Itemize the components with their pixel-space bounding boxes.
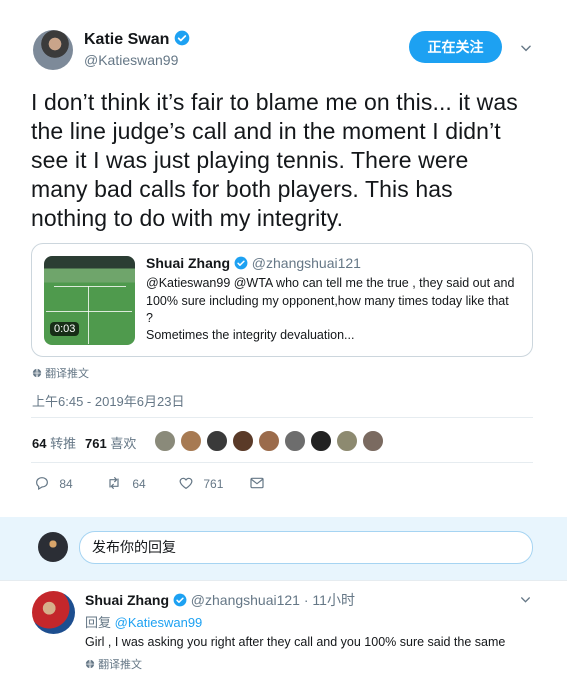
- liker-avatar[interactable]: [284, 430, 306, 452]
- reply-author-handle[interactable]: @zhangshuai121: [191, 592, 300, 608]
- quote-author-row: Shuai Zhang @zhangshuai121: [146, 255, 361, 271]
- court-line: [88, 286, 89, 344]
- reply-action[interactable]: 84: [34, 475, 73, 491]
- like-action[interactable]: 761: [178, 475, 223, 491]
- author-name-row[interactable]: Katie Swan: [84, 30, 190, 49]
- quote-author-name: Shuai Zhang: [146, 255, 230, 271]
- divider: [31, 462, 533, 463]
- reply-input[interactable]: 发布你的回复: [79, 531, 533, 564]
- reply-author-row: Shuai Zhang @zhangshuai121 · 11小时: [85, 590, 355, 610]
- verified-badge-icon: [173, 593, 187, 607]
- replying-prefix: 回复: [85, 615, 112, 630]
- quote-text-continued: Sometimes the integrity devaluation...: [146, 328, 355, 342]
- divider: [31, 417, 533, 418]
- reply-count: 84: [59, 477, 73, 491]
- liker-avatar[interactable]: [310, 430, 332, 452]
- replying-to: 回复 @Katieswan99: [85, 612, 202, 631]
- video-duration: 0:03: [50, 322, 80, 336]
- quote-text: @Katieswan99 @WTA who can tell me the tr…: [146, 276, 515, 325]
- replying-to-handle[interactable]: @Katieswan99: [115, 615, 203, 630]
- reply-translate-link[interactable]: 翻译推文: [85, 656, 142, 672]
- translate-tweet-link[interactable]: 翻译推文: [32, 365, 89, 381]
- likes-label: 喜欢: [110, 436, 137, 451]
- liker-avatar[interactable]: [206, 430, 228, 452]
- likes-count: 761: [85, 436, 107, 451]
- liker-avatar[interactable]: [258, 430, 280, 452]
- liker-avatar[interactable]: [154, 430, 176, 452]
- video-thumbnail[interactable]: 0:03: [44, 256, 135, 345]
- author-avatar[interactable]: [33, 30, 73, 70]
- quote-author-handle: @zhangshuai121: [251, 255, 361, 271]
- tweet-timestamp[interactable]: 上午6:45 - 2019年6月23日: [32, 391, 184, 410]
- retweet-action[interactable]: 64: [105, 475, 146, 491]
- likes-stat[interactable]: 761 喜欢: [85, 433, 136, 452]
- liker-avatar[interactable]: [362, 430, 384, 452]
- envelope-icon[interactable]: [249, 475, 265, 491]
- tweet-text: I don’t think it’s fair to blame me on t…: [31, 89, 518, 231]
- retweet-icon: [109, 477, 119, 489]
- heart-icon: [179, 477, 193, 490]
- reply-icon: [36, 477, 48, 491]
- liker-avatar[interactable]: [180, 430, 202, 452]
- reply-time[interactable]: · 11小时: [304, 592, 355, 608]
- like-count: 761: [203, 477, 224, 491]
- verified-badge-icon: [234, 256, 248, 270]
- chevron-down-icon[interactable]: [519, 41, 533, 55]
- chevron-down-icon[interactable]: [519, 593, 532, 606]
- globe-icon: [85, 659, 95, 669]
- retweet-count: 64: [132, 477, 146, 491]
- reply-author-avatar[interactable]: [32, 591, 75, 634]
- author-handle[interactable]: @Katieswan99: [84, 52, 178, 68]
- retweets-label: 转推: [50, 436, 77, 451]
- globe-icon: [32, 368, 42, 378]
- translate-label[interactable]: 翻译推文: [45, 368, 89, 380]
- following-button[interactable]: 正在关注: [409, 31, 502, 63]
- liker-avatar[interactable]: [336, 430, 358, 452]
- reply-translate-label[interactable]: 翻译推文: [98, 659, 142, 671]
- retweets-count: 64: [32, 436, 47, 451]
- divider: [0, 580, 567, 581]
- liker-avatar[interactable]: [232, 430, 254, 452]
- author-name[interactable]: Katie Swan: [84, 31, 169, 48]
- verified-badge-icon: [174, 30, 190, 46]
- court-line: [46, 311, 132, 312]
- retweets-stat[interactable]: 64 转推: [32, 433, 76, 452]
- court-line: [54, 286, 126, 287]
- reply-author-name[interactable]: Shuai Zhang: [85, 592, 169, 608]
- current-user-avatar: [38, 532, 68, 562]
- reply-text: Girl , I was asking you right after they…: [85, 635, 506, 649]
